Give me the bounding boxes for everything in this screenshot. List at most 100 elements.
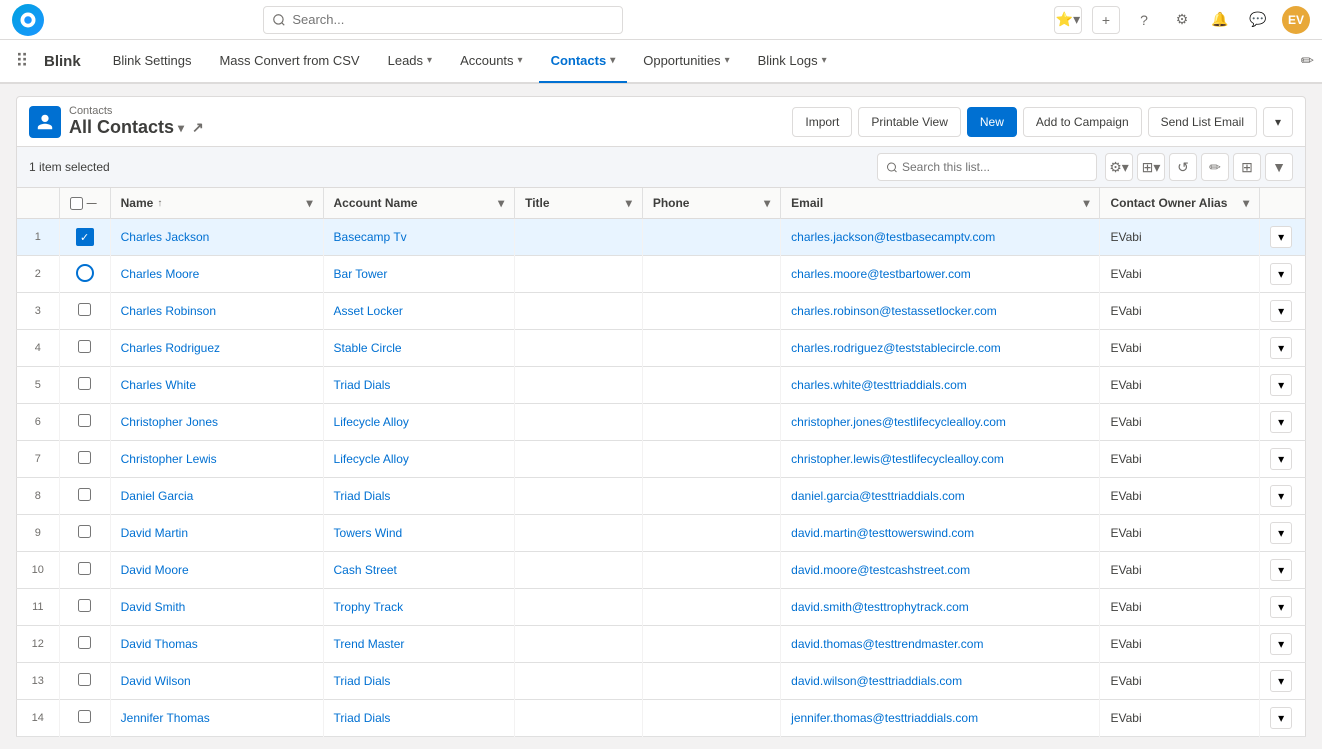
nav-accounts[interactable]: Accounts ▾ [448, 39, 535, 83]
refresh-icon[interactable]: ↺ [1169, 153, 1197, 181]
row-checkbox[interactable] [78, 636, 91, 649]
row-checkbox[interactable] [78, 599, 91, 612]
nav-leads[interactable]: Leads ▾ [376, 39, 444, 83]
contact-name-link[interactable]: Christopher Lewis [121, 452, 217, 466]
email-link[interactable]: daniel.garcia@testtriaddials.com [791, 489, 965, 503]
row-checkbox[interactable] [78, 451, 91, 464]
email-filter-icon[interactable]: ▾ [1083, 196, 1089, 210]
global-search-input[interactable] [263, 6, 623, 34]
contact-name-link[interactable]: Jennifer Thomas [121, 711, 210, 725]
owner-filter-icon[interactable]: ▾ [1243, 196, 1249, 210]
favorites-button[interactable]: ⭐▾ [1054, 6, 1082, 34]
row-action-button[interactable]: ▾ [1270, 633, 1292, 655]
email-link[interactable]: david.wilson@testtriaddials.com [791, 674, 962, 688]
account-filter-icon[interactable]: ▾ [498, 196, 504, 210]
row-action-button[interactable]: ▾ [1270, 522, 1292, 544]
select-all-checkbox[interactable] [70, 197, 83, 210]
import-button[interactable]: Import [792, 107, 852, 137]
row-checkbox[interactable] [78, 562, 91, 575]
list-search-input[interactable] [902, 160, 1088, 174]
sort-asc-icon[interactable]: ↑ [157, 198, 162, 209]
collapse-icon[interactable]: — [87, 198, 97, 209]
row-checkbox[interactable] [78, 414, 91, 427]
email-link[interactable]: david.thomas@testtrendmaster.com [791, 637, 983, 651]
row-action-button[interactable]: ▾ [1270, 559, 1292, 581]
send-list-email-button[interactable]: Send List Email [1148, 107, 1257, 137]
edit-icon[interactable]: ✏ [1201, 153, 1229, 181]
row-action-button[interactable]: ▾ [1270, 707, 1292, 729]
title-filter-icon[interactable]: ▾ [626, 196, 632, 210]
account-name-link[interactable]: Lifecycle Alloy [334, 415, 409, 429]
printable-view-button[interactable]: Printable View [858, 107, 961, 137]
nav-blink-settings[interactable]: Blink Settings [101, 39, 204, 83]
row-action-button[interactable]: ▾ [1270, 337, 1292, 359]
account-name-link[interactable]: Basecamp Tv [334, 230, 407, 244]
nav-contacts[interactable]: Contacts ▾ [539, 39, 628, 83]
row-checkbox[interactable] [78, 377, 91, 390]
contact-name-link[interactable]: Charles Robinson [121, 304, 216, 318]
row-checkbox[interactable] [78, 303, 91, 316]
row-checkbox[interactable]: ✓ [76, 228, 94, 246]
chat-icon[interactable]: 💬 [1244, 6, 1272, 34]
row-action-button[interactable]: ▾ [1270, 485, 1292, 507]
new-button[interactable]: New [967, 107, 1017, 137]
contact-name-link[interactable]: David Thomas [121, 637, 198, 651]
nav-opportunities[interactable]: Opportunities ▾ [631, 39, 741, 83]
phone-filter-icon[interactable]: ▾ [764, 196, 770, 210]
contact-name-link[interactable]: Charles Jackson [121, 230, 210, 244]
contact-name-link[interactable]: Christopher Jones [121, 415, 218, 429]
user-avatar[interactable]: EV [1282, 6, 1310, 34]
filter-icon[interactable]: ▼ [1265, 153, 1293, 181]
nav-blink-logs[interactable]: Blink Logs ▾ [746, 39, 839, 83]
contact-name-link[interactable]: David Wilson [121, 674, 191, 688]
account-name-link[interactable]: Cash Street [334, 563, 397, 577]
row-checkbox[interactable] [78, 488, 91, 501]
app-logo[interactable] [12, 4, 44, 36]
email-link[interactable]: charles.moore@testbartower.com [791, 267, 971, 281]
row-action-button[interactable]: ▾ [1270, 374, 1292, 396]
column-chooser-icon[interactable]: ⊞▾ [1137, 153, 1165, 181]
row-checkbox[interactable] [78, 525, 91, 538]
row-action-button[interactable]: ▾ [1270, 411, 1292, 433]
email-link[interactable]: charles.jackson@testbasecamptv.com [791, 230, 995, 244]
email-link[interactable]: jennifer.thomas@testtriaddials.com [791, 711, 978, 725]
account-name-link[interactable]: Trend Master [334, 637, 405, 651]
account-name-link[interactable]: Asset Locker [334, 304, 403, 318]
row-checkbox[interactable] [78, 340, 91, 353]
account-name-link[interactable]: Triad Dials [334, 711, 391, 725]
email-link[interactable]: charles.rodriguez@teststablecircle.com [791, 341, 1001, 355]
contact-name-link[interactable]: David Moore [121, 563, 189, 577]
nav-mass-convert[interactable]: Mass Convert from CSV [207, 39, 371, 83]
app-switcher-icon[interactable]: ⠿ [8, 47, 36, 75]
contact-name-link[interactable]: Charles Rodriguez [121, 341, 220, 355]
account-name-link[interactable]: Triad Dials [334, 489, 391, 503]
row-action-button[interactable]: ▾ [1270, 448, 1292, 470]
row-checkbox[interactable] [76, 264, 94, 282]
account-name-link[interactable]: Towers Wind [334, 526, 403, 540]
email-link[interactable]: charles.white@testtriaddials.com [791, 378, 967, 392]
email-link[interactable]: christopher.lewis@testlifecyclealloy.com [791, 452, 1004, 466]
list-settings-icon[interactable]: ↗ [192, 119, 204, 136]
add-button[interactable]: + [1092, 6, 1120, 34]
contact-name-link[interactable]: Charles White [121, 378, 196, 392]
setup-icon[interactable]: ⚙ [1168, 6, 1196, 34]
help-icon[interactable]: ? [1130, 6, 1158, 34]
account-name-link[interactable]: Bar Tower [334, 267, 388, 281]
nav-edit-icon[interactable]: ✏ [1301, 51, 1314, 71]
row-action-button[interactable]: ▾ [1270, 263, 1292, 285]
row-checkbox[interactable] [78, 710, 91, 723]
row-action-button[interactable]: ▾ [1270, 226, 1292, 248]
list-title-chevron[interactable]: ▾ [178, 121, 184, 135]
email-link[interactable]: christopher.jones@testlifecyclealloy.com [791, 415, 1006, 429]
account-name-link[interactable]: Trophy Track [334, 600, 404, 614]
table-settings-icon[interactable]: ⚙▾ [1105, 153, 1133, 181]
chart-icon[interactable]: ⊞ [1233, 153, 1261, 181]
email-link[interactable]: charles.robinson@testassetlocker.com [791, 304, 997, 318]
account-name-link[interactable]: Stable Circle [334, 341, 402, 355]
row-action-button[interactable]: ▾ [1270, 300, 1292, 322]
name-filter-icon[interactable]: ▾ [306, 196, 312, 210]
notifications-icon[interactable]: 🔔 [1206, 6, 1234, 34]
account-name-link[interactable]: Triad Dials [334, 378, 391, 392]
contact-name-link[interactable]: David Martin [121, 526, 188, 540]
account-name-link[interactable]: Triad Dials [334, 674, 391, 688]
